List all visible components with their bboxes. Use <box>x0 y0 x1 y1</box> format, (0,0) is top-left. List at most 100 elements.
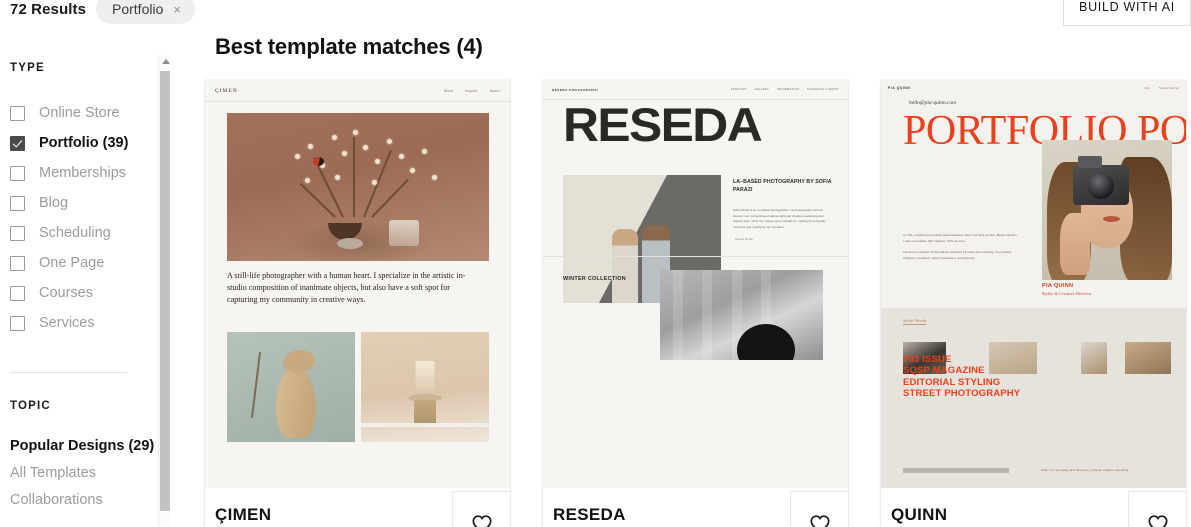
nav-link: Work <box>444 88 454 93</box>
reseda-hero-title: RESEDA <box>563 98 763 151</box>
cimen-grid-image-right <box>361 332 489 442</box>
template-name: ÇIMEN <box>215 505 272 524</box>
topic-row-popular-designs[interactable]: Popular Designs (29) <box>10 432 160 459</box>
checkbox-scheduling[interactable] <box>10 225 25 241</box>
facet-label: Blog <box>39 195 69 211</box>
facet-label: Courses <box>39 285 93 301</box>
facet-label: Scheduling <box>39 225 111 241</box>
nav-link: SERVICES <box>730 88 747 91</box>
quinn-bio-paragraph: I've been a resident of the fashion worl… <box>903 250 1012 261</box>
facet-label: Services <box>39 315 95 331</box>
cimen-template-nav: ÇIMEN Work Inquire About <box>205 80 510 102</box>
checkbox-one-page[interactable] <box>10 255 25 271</box>
facet-row-courses[interactable]: Courses <box>10 278 155 308</box>
cimen-body-copy: A still-life photographer with a human h… <box>227 271 466 304</box>
checkbox-memberships[interactable] <box>10 165 25 181</box>
quinn-thumb <box>1081 342 1107 374</box>
nav-link: Select Works <box>1158 85 1179 90</box>
quinn-caption-role: Stylist & Creative Director <box>1042 291 1092 296</box>
facet-label: One Page <box>39 255 105 271</box>
filter-sidebar: TYPE Online Store Portfolio (39) Members… <box>0 50 170 527</box>
page-title: Best template matches (4) <box>215 34 483 59</box>
facet-label: Online Store <box>39 105 120 121</box>
favorite-button-reseda[interactable] <box>790 491 848 527</box>
build-with-ai-button[interactable]: BUILD WITH AI <box>1063 0 1191 26</box>
facet-label: Memberships <box>39 165 127 181</box>
quinn-nav-links: Info Select Works <box>1144 86 1179 90</box>
cimen-template-body: ÇIMEN Work Inquire About A still-life ph… <box>205 80 510 488</box>
template-card-cimen[interactable]: ÇIMEN Work Inquire About A still-life ph… <box>205 80 510 527</box>
template-preview-quinn: PIA QUINN Info Select Works hello@pia-qu… <box>881 80 1186 488</box>
quinn-bio-paragraph: I'm Pia, a stylist and creative based be… <box>903 233 1018 244</box>
quinn-footnote: When I'm not styling and directing, I pr… <box>1041 468 1130 472</box>
heart-icon <box>471 515 492 527</box>
topic-label: Collaborations <box>10 491 103 508</box>
facet-label: Portfolio (39) <box>39 135 129 151</box>
facet-row-online-store[interactable]: Online Store <box>10 98 155 128</box>
quinn-select-works-link: Select Works <box>903 318 927 325</box>
heart-icon <box>809 515 830 527</box>
template-browser-page: 72 Results Portfolio × BUILD WITH AI TYP… <box>0 0 1191 527</box>
quinn-bio: I'm Pia, a stylist and creative based be… <box>903 232 1019 261</box>
template-card-quinn[interactable]: PIA QUINN Info Select Works hello@pia-qu… <box>881 80 1186 527</box>
checkbox-courses[interactable] <box>10 285 25 301</box>
nav-link: SCHEDULE A SHOOT <box>807 88 839 91</box>
quinn-caption-name: PIA QUINN <box>1042 283 1074 289</box>
quinn-hero-image <box>1042 140 1172 280</box>
card-footer-cimen: ÇIMEN <box>205 488 510 527</box>
template-name: RESEDA <box>553 505 626 524</box>
cimen-nav-links: Work Inquire About <box>444 89 500 93</box>
reseda-divider <box>543 256 848 257</box>
glassware-shape <box>389 220 420 247</box>
checkbox-blog[interactable] <box>10 195 25 211</box>
close-icon[interactable]: × <box>173 3 181 16</box>
topic-row-collaborations[interactable]: Collaborations <box>10 486 160 513</box>
favorite-button-quinn[interactable] <box>1128 491 1186 527</box>
card-footer-reseda: RESEDA <box>543 488 848 527</box>
quinn-template-body: PIA QUINN Info Select Works hello@pia-qu… <box>881 80 1186 488</box>
type-facet-title: TYPE <box>10 62 45 74</box>
reseda-read-more-link: About Sofia <box>735 237 753 241</box>
nav-link: Info <box>1144 85 1150 90</box>
reseda-template-body: RESEDA PHOTOGRAPHY SERVICES GALLERY INFO… <box>543 80 848 488</box>
cimen-hero-image <box>227 113 489 261</box>
sidebar-divider <box>10 372 127 373</box>
facet-row-blog[interactable]: Blog <box>10 188 155 218</box>
bowl-shape <box>337 238 364 250</box>
facet-row-portfolio[interactable]: Portfolio (39) <box>10 128 155 158</box>
reseda-logo: RESEDA PHOTOGRAPHY <box>552 87 599 92</box>
checkbox-portfolio[interactable] <box>10 135 25 151</box>
type-facet-list: Online Store Portfolio (39) Memberships … <box>10 98 155 338</box>
template-card-row: ÇIMEN Work Inquire About A still-life ph… <box>205 80 1186 527</box>
nav-link: INFORMATION <box>777 88 800 91</box>
checkbox-services[interactable] <box>10 315 25 331</box>
checkbox-online-store[interactable] <box>10 105 25 121</box>
topic-label: Popular Designs (29) <box>10 437 155 454</box>
filter-chip-label: Portfolio <box>112 1 164 17</box>
top-bar: 72 Results Portfolio × BUILD WITH AI <box>0 0 1191 30</box>
quinn-logo: PIA QUINN <box>888 85 911 90</box>
favorite-button-cimen[interactable] <box>452 491 510 527</box>
reseda-section-label: WINTER COLLECTION <box>563 276 626 282</box>
facet-row-memberships[interactable]: Memberships <box>10 158 155 188</box>
template-preview-cimen: ÇIMEN Work Inquire About A still-life ph… <box>205 80 510 488</box>
quinn-progress-bar <box>903 468 1009 473</box>
reseda-paragraph: Sofia Parazi is an LA-based photographer… <box>733 208 826 229</box>
nav-link: Inquire <box>465 88 478 93</box>
facet-row-one-page[interactable]: One Page <box>10 248 155 278</box>
facet-row-scheduling[interactable]: Scheduling <box>10 218 155 248</box>
topic-row-all-templates[interactable]: All Templates <box>10 459 160 486</box>
facet-row-services[interactable]: Services <box>10 308 155 338</box>
reseda-nav-links: SERVICES GALLERY INFORMATION SCHEDULE A … <box>731 88 839 91</box>
template-card-reseda[interactable]: RESEDA PHOTOGRAPHY SERVICES GALLERY INFO… <box>543 80 848 527</box>
reseda-winter-image <box>660 270 823 360</box>
nav-link: GALLERY <box>754 88 770 91</box>
template-name: QUINN <box>891 505 948 524</box>
cimen-image-grid <box>227 332 489 442</box>
template-preview-reseda: RESEDA PHOTOGRAPHY SERVICES GALLERY INFO… <box>543 80 848 488</box>
filter-chip-portfolio[interactable]: Portfolio × <box>96 0 195 24</box>
blossom-cluster <box>285 125 453 211</box>
card-footer-quinn: QUINN <box>881 488 1186 527</box>
quinn-thumb <box>1125 342 1171 374</box>
topic-facet-list: Popular Designs (29) All Templates Colla… <box>10 432 160 513</box>
